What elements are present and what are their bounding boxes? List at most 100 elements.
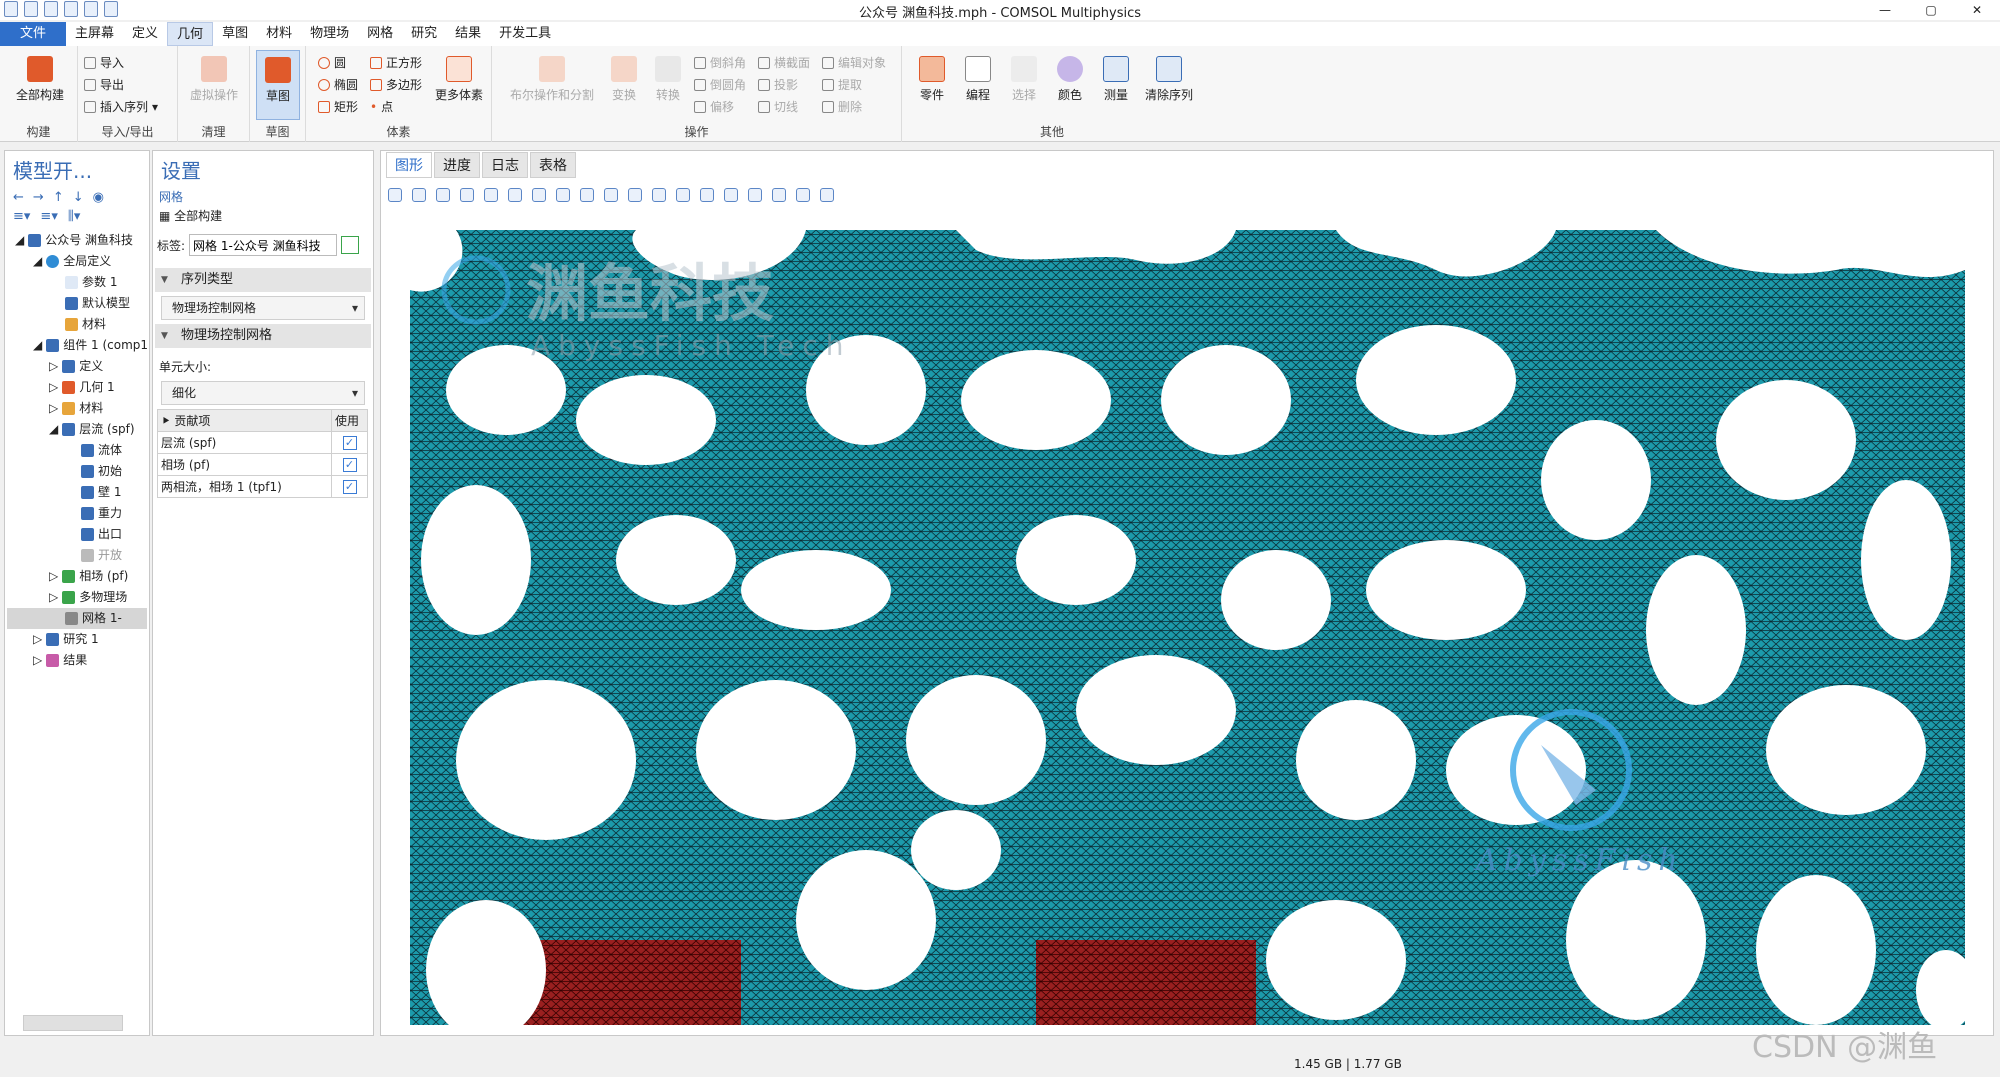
point-button[interactable]: • 点 <box>370 98 393 115</box>
measure-button[interactable]: 测量 <box>1096 56 1136 103</box>
tree-item[interactable]: ▷ 材料 <box>7 398 147 419</box>
maximize-button[interactable]: ▢ <box>1908 0 1954 20</box>
tangent-button[interactable]: 切线 <box>758 98 798 115</box>
export-button[interactable]: 导出 <box>84 76 124 93</box>
collapse-icon[interactable]: ≡▾ <box>40 209 57 224</box>
reset-view-icon[interactable] <box>772 188 786 202</box>
edit-object-button[interactable]: 编辑对象 <box>822 54 886 71</box>
tree-item[interactable]: ◢ 层流 (spf) <box>7 419 147 440</box>
camera-icon[interactable] <box>796 188 810 202</box>
tree-item[interactable]: ▷ 定义 <box>7 356 147 377</box>
tab-table[interactable]: 表格 <box>530 152 576 178</box>
sketch-button[interactable]: 草图 <box>256 50 300 120</box>
boolean-button[interactable]: 布尔操作和分割 <box>502 56 602 103</box>
tree-item-selected[interactable]: 网格 1- <box>7 608 147 629</box>
expand-icon[interactable]: ≡▾ <box>13 209 30 224</box>
tree-item[interactable]: ▷ 多物理场 <box>7 587 147 608</box>
clear-sequence-button[interactable]: 清除序列 <box>1138 56 1200 103</box>
tree-item[interactable]: ▷ 结果 <box>7 650 147 671</box>
menu-definitions[interactable]: 定义 <box>123 22 167 46</box>
tree-scrollbar[interactable] <box>23 1015 123 1031</box>
back-icon[interactable]: ← <box>13 190 24 205</box>
clear-selection-icon[interactable] <box>628 188 642 202</box>
tree-item[interactable]: ◢ 组件 1 (comp1) <box>7 335 147 356</box>
tree-item[interactable]: 出口 <box>7 524 147 545</box>
build-all-link[interactable]: ▦ 全部构建 <box>153 205 373 226</box>
menu-materials[interactable]: 材料 <box>257 22 301 46</box>
use-checkbox[interactable]: ✓ <box>342 458 357 472</box>
scene-light-icon[interactable] <box>748 188 762 202</box>
square-button[interactable]: 正方形 <box>370 54 422 71</box>
tree-item[interactable]: 材料 <box>7 314 147 335</box>
zoom-out-icon[interactable] <box>412 188 426 202</box>
circle-button[interactable]: 圆 <box>318 54 346 71</box>
forward-icon[interactable]: → <box>33 190 44 205</box>
up-icon[interactable]: ↑ <box>53 190 64 205</box>
use-checkbox[interactable]: ✓ <box>342 436 357 450</box>
chamfer-button[interactable]: 倒斜角 <box>694 54 746 71</box>
extract-button[interactable]: 提取 <box>822 76 862 93</box>
tree-item[interactable]: ◢ 全局定义 <box>7 251 147 272</box>
zoom-in-icon[interactable] <box>388 188 402 202</box>
crosssection-button[interactable]: 横截面 <box>758 54 810 71</box>
tab-graphics[interactable]: 图形 <box>386 152 432 178</box>
tree-item[interactable]: ◢ 公众号 渊鱼科技 <box>7 230 147 251</box>
label-edit-icon[interactable] <box>341 236 360 254</box>
sequence-type-section[interactable]: 序列类型 <box>155 268 371 292</box>
ellipse-button[interactable]: 椭圆 <box>318 76 358 93</box>
menu-physics[interactable]: 物理场 <box>301 22 358 46</box>
close-button[interactable]: ✕ <box>1954 0 2000 20</box>
tree-item[interactable]: 默认模型 <box>7 293 147 314</box>
tree-item[interactable]: 初始 <box>7 461 147 482</box>
tree-item[interactable]: 重力 <box>7 503 147 524</box>
grid-icon[interactable] <box>700 188 714 202</box>
label-input[interactable] <box>189 234 338 256</box>
tree-item[interactable]: 流体 <box>7 440 147 461</box>
zoom-extents-icon[interactable] <box>460 188 474 202</box>
select-boundary-icon[interactable] <box>580 188 594 202</box>
tree-item[interactable]: ▷ 相场 (pf) <box>7 566 147 587</box>
physics-mesh-section[interactable]: 物理场控制网格 <box>155 324 371 348</box>
show-icon[interactable]: ◉ <box>93 190 104 205</box>
insert-sequence-button[interactable]: 插入序列 ▾ <box>84 98 158 115</box>
select-button[interactable]: 选择 <box>1004 56 1044 103</box>
tree-item[interactable]: 参数 1 <box>7 272 147 293</box>
build-all-button[interactable]: 全部构建 <box>8 56 72 103</box>
zoom-selected-icon[interactable] <box>484 188 498 202</box>
tab-log[interactable]: 日志 <box>482 152 528 178</box>
parts-button[interactable]: 零件 <box>912 56 952 103</box>
minimize-button[interactable]: — <box>1862 0 1908 20</box>
menu-geometry[interactable]: 几何 <box>167 22 214 46</box>
more-primitives-button[interactable]: 更多体素 <box>430 56 488 103</box>
tree-item[interactable]: 开放 <box>7 545 147 566</box>
offset-button[interactable]: 偏移 <box>694 98 734 115</box>
wireframe-icon[interactable] <box>724 188 738 202</box>
filter-icon[interactable]: ⫼▾ <box>68 209 81 224</box>
tree-item[interactable]: 壁 1 <box>7 482 147 503</box>
element-size-select[interactable]: 细化 <box>161 381 365 405</box>
menu-developer[interactable]: 开发工具 <box>490 22 560 46</box>
import-button[interactable]: 导入 <box>84 54 124 71</box>
menu-study[interactable]: 研究 <box>402 22 446 46</box>
fillet-button[interactable]: 倒圆角 <box>694 76 746 93</box>
hide-icon[interactable] <box>652 188 666 202</box>
convert-button[interactable]: 转换 <box>648 56 688 103</box>
select-box-icon[interactable] <box>532 188 546 202</box>
use-checkbox[interactable]: ✓ <box>342 480 357 494</box>
delete-button[interactable]: 删除 <box>822 98 862 115</box>
program-button[interactable]: 编程 <box>958 56 998 103</box>
zoom-box-icon[interactable] <box>436 188 450 202</box>
select-all-icon[interactable] <box>604 188 618 202</box>
menu-results[interactable]: 结果 <box>446 22 490 46</box>
virtual-ops-button[interactable]: 虚拟操作 <box>182 56 246 103</box>
down-icon[interactable]: ↓ <box>73 190 84 205</box>
menu-home[interactable]: 主屏幕 <box>66 22 123 46</box>
menu-sketch[interactable]: 草图 <box>213 22 257 46</box>
show-mesh-icon[interactable] <box>676 188 690 202</box>
projection-button[interactable]: 投影 <box>758 76 798 93</box>
transform-button[interactable]: 变换 <box>604 56 644 103</box>
menu-mesh[interactable]: 网格 <box>358 22 402 46</box>
sequence-type-select[interactable]: 物理场控制网格 <box>161 296 365 320</box>
tab-progress[interactable]: 进度 <box>434 152 480 178</box>
color-button[interactable]: 颜色 <box>1050 56 1090 103</box>
